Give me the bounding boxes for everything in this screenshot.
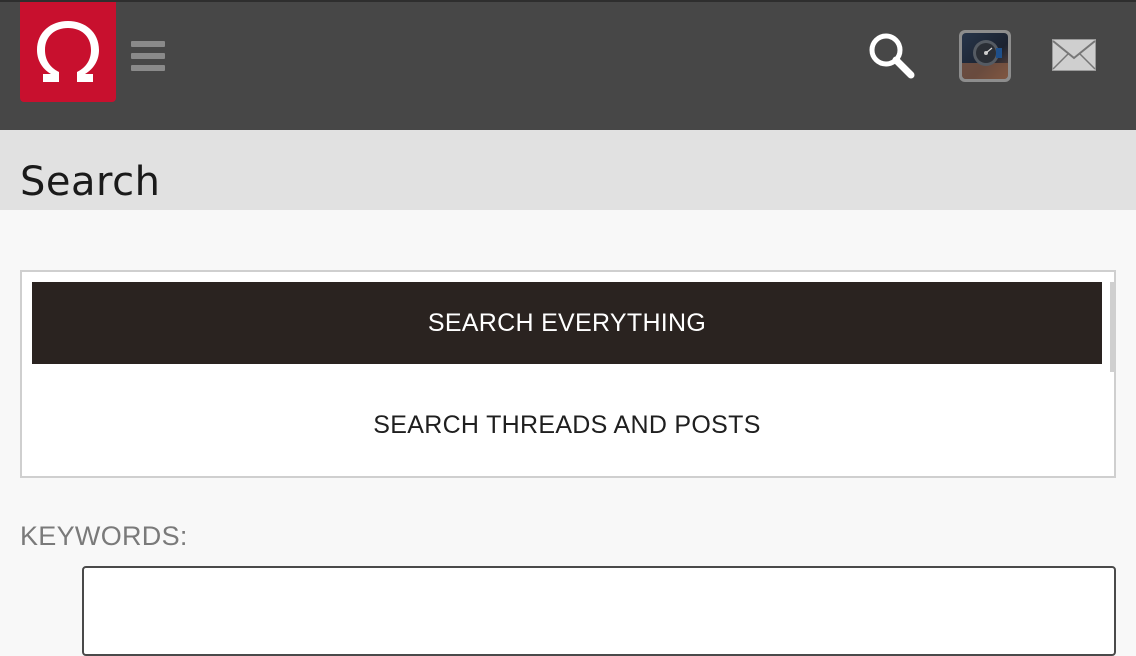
keywords-input[interactable] <box>82 566 1116 656</box>
mail-icon[interactable] <box>1051 38 1097 72</box>
hamburger-menu-icon[interactable] <box>131 40 167 72</box>
page-title: Search <box>20 159 161 205</box>
watch-image-icon <box>962 33 1008 79</box>
top-navigation-bar <box>0 0 1136 130</box>
tab-search-threads-and-posts[interactable]: SEARCH THREADS AND POSTS <box>32 384 1102 466</box>
avatar[interactable] <box>959 30 1011 82</box>
menu-line <box>131 65 165 71</box>
search-type-tabs: SEARCH EVERYTHING SEARCH THREADS AND POS… <box>20 270 1116 478</box>
avatar-watch-photo <box>962 33 1008 79</box>
menu-line <box>131 41 165 47</box>
keywords-label: KEYWORDS: <box>20 521 188 551</box>
omega-symbol-icon <box>37 21 99 82</box>
omega-logo-icon[interactable] <box>20 2 116 102</box>
menu-line <box>131 53 165 59</box>
search-icon[interactable] <box>866 30 916 80</box>
tabs-scrollbar[interactable] <box>1110 282 1114 372</box>
magnifier-icon <box>869 33 915 79</box>
tab-search-everything[interactable]: SEARCH EVERYTHING <box>32 282 1102 364</box>
envelope-icon <box>1052 39 1096 71</box>
page-title-bar <box>0 130 1136 210</box>
